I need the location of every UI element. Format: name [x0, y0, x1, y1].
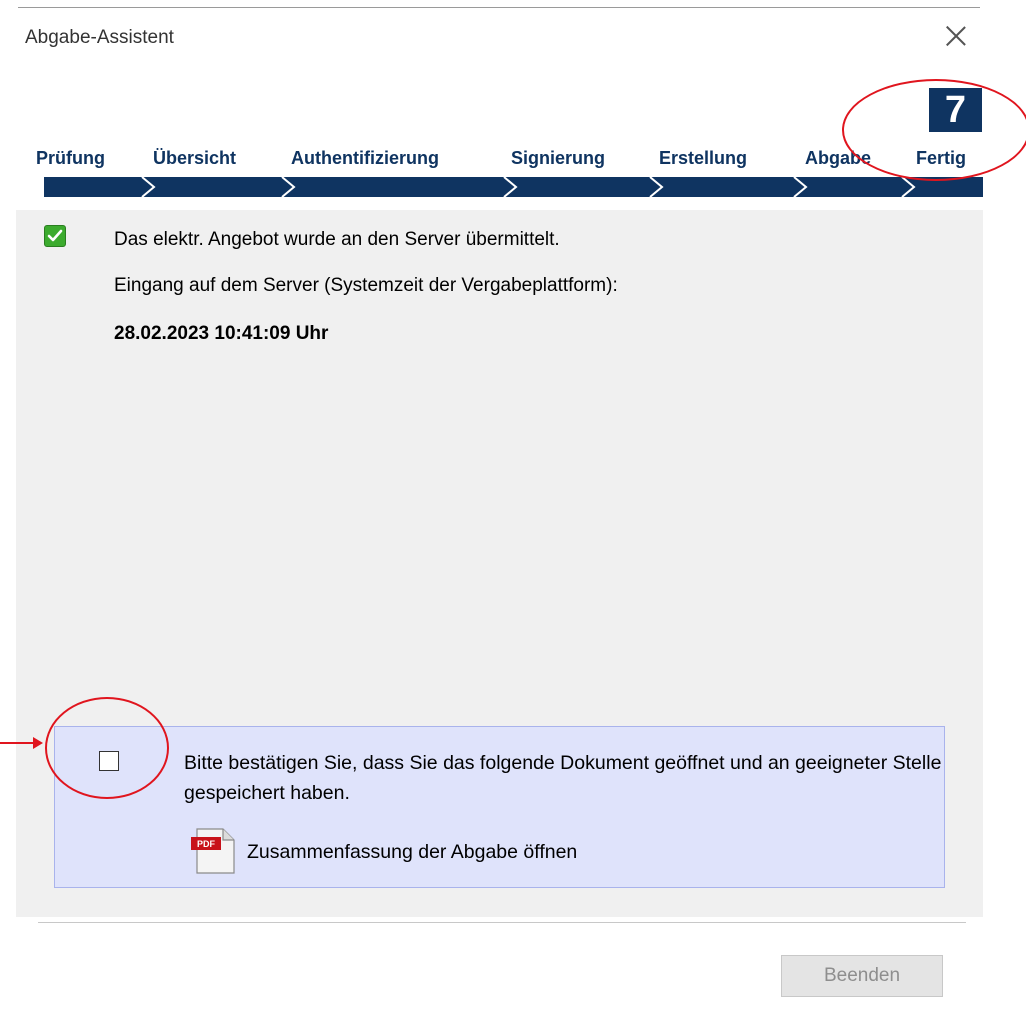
wizard-progress-bar	[44, 177, 983, 197]
step-authentifizierung[interactable]: Authentifizierung	[291, 148, 439, 169]
step-erstellung[interactable]: Erstellung	[659, 148, 747, 169]
svg-text:PDF: PDF	[197, 839, 216, 849]
receipt-label: Eingang auf dem Server (Systemzeit der V…	[114, 275, 618, 296]
step-pruefung[interactable]: Prüfung	[36, 148, 105, 169]
finish-button[interactable]: Beenden	[781, 955, 943, 997]
success-message: Das elektr. Angebot wurde an den Server …	[114, 229, 560, 250]
annotation-arrow-head	[33, 737, 43, 749]
open-summary-label: Zusammenfassung der Abgabe öffnen	[247, 841, 578, 863]
annotation-arrow-line	[0, 742, 36, 744]
annotation-circle-checkbox	[45, 697, 169, 799]
footer-separator	[38, 922, 966, 923]
pdf-icon: PDF	[191, 828, 235, 874]
confirmation-box: Bitte bestätigen Sie, dass Sie das folge…	[54, 726, 945, 888]
confirm-text: Bitte bestätigen Sie, dass Sie das folge…	[184, 752, 942, 804]
step-uebersicht[interactable]: Übersicht	[153, 148, 236, 169]
content-panel: Das elektr. Angebot wurde an den Server …	[16, 210, 983, 917]
wizard-steps: Prüfung Übersicht Authentifizierung Sign…	[8, 143, 983, 203]
step-signierung[interactable]: Signierung	[511, 148, 605, 169]
close-icon[interactable]	[943, 23, 969, 49]
receipt-timestamp: 28.02.2023 10:41:09 Uhr	[114, 323, 329, 344]
dialog-top-border	[18, 7, 980, 8]
dialog-title: Abgabe-Assistent	[25, 27, 174, 48]
progress-bar-fill	[44, 177, 983, 197]
annotation-circle-step	[842, 79, 1026, 181]
success-check-icon	[44, 225, 66, 247]
